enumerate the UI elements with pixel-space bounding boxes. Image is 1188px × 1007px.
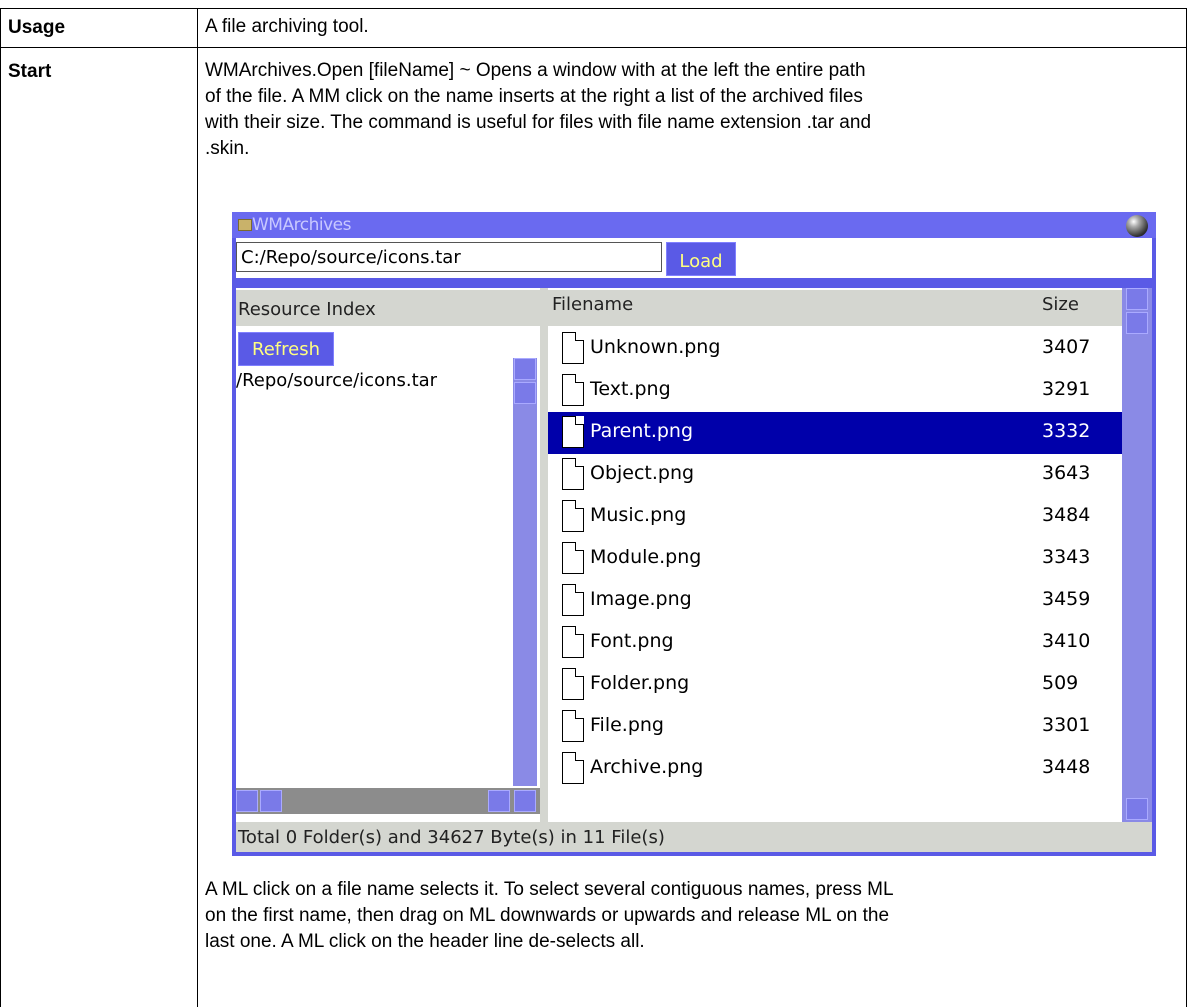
file-size: 3410 [1042,630,1091,652]
after-text-line: last one. A ML click on the header line … [205,931,645,952]
table-border-top [0,8,1187,9]
status-bar: Total 0 Folder(s) and 34627 Byte(s) in 1… [236,822,1152,852]
file-row-selected[interactable]: Parent.png 3332 [548,412,1122,454]
after-text-line: on the first name, then drag on ML downw… [205,905,890,926]
refresh-button[interactable]: Refresh [238,332,334,366]
scroll-up-button[interactable] [514,358,536,380]
file-size: 3448 [1042,756,1091,778]
resource-vertical-scrollbar[interactable] [513,358,537,786]
file-row[interactable]: Folder.png 509 [548,664,1122,706]
file-row[interactable]: Image.png 3459 [548,580,1122,622]
file-size: 509 [1042,672,1079,694]
start-text-line: with their size. The command is useful f… [205,112,872,133]
size-column-header[interactable]: Size [1042,290,1079,320]
file-list-header[interactable]: Filename Size [548,290,1122,326]
scroll-left-button[interactable] [236,790,258,812]
file-icon [562,332,584,364]
scroll-right-button[interactable] [488,790,510,812]
table-border-left [0,8,1,1007]
table-row-divider [0,47,1187,48]
window-title: WMArchives [252,215,351,235]
archive-icon [238,219,252,231]
scroll-thumb[interactable] [514,382,536,404]
file-name: Text.png [590,378,671,400]
file-name: Image.png [590,588,692,610]
table-border-right [1186,8,1187,1007]
file-size: 3484 [1042,504,1091,526]
pane-divider[interactable] [540,288,548,822]
file-size: 3343 [1042,546,1091,568]
file-row[interactable]: Module.png 3343 [548,538,1122,580]
file-icon [562,710,584,742]
file-name: Object.png [590,462,695,484]
file-name: Music.png [590,504,687,526]
file-name: Archive.png [590,756,704,778]
file-name: Module.png [590,546,702,568]
file-icon [562,374,584,406]
scroll-up-button[interactable] [1126,288,1148,310]
start-text-line: of the file. A MM click on the name inse… [205,86,863,107]
scroll-corner-button[interactable] [514,790,536,812]
file-size: 3291 [1042,378,1091,400]
resource-horizontal-scrollbar[interactable] [236,788,540,814]
load-button[interactable]: Load [666,242,736,276]
file-name: File.png [590,714,664,736]
file-row[interactable]: Archive.png 3448 [548,748,1122,790]
file-icon [562,500,584,532]
filename-column-header[interactable]: Filename [552,290,633,320]
after-text-line: A ML click on a file name selects it. To… [205,879,894,900]
close-icon[interactable] [1126,215,1148,237]
file-size: 3301 [1042,714,1091,736]
file-row[interactable]: Music.png 3484 [548,496,1122,538]
file-icon [562,668,584,700]
usage-label: Usage [8,17,66,38]
file-name: Unknown.png [590,336,721,358]
file-row[interactable]: Unknown.png 3407 [548,328,1122,370]
file-row[interactable]: Font.png 3410 [548,622,1122,664]
file-name: Font.png [590,630,674,652]
file-size: 3332 [1042,420,1091,442]
start-text-line: .skin. [205,138,250,159]
resource-index-header: Resource Index [236,290,540,326]
file-icon [562,416,584,448]
file-row[interactable]: File.png 3301 [548,706,1122,748]
usage-text: A file archiving tool. [205,16,369,37]
scroll-thumb-horizontal[interactable] [260,790,282,812]
start-text-line: WMArchives.Open [fileName] ~ Opens a win… [205,60,866,81]
file-list: Unknown.png 3407 Text.png 3291 Parent.pn… [548,328,1122,790]
file-icon [562,542,584,574]
path-input[interactable]: C:/Repo/source/icons.tar [236,242,662,272]
file-row[interactable]: Text.png 3291 [548,370,1122,412]
file-size: 3407 [1042,336,1091,358]
file-size: 3643 [1042,462,1091,484]
file-icon [562,584,584,616]
file-list-vertical-scrollbar[interactable] [1122,288,1152,822]
wmarchives-window: WMArchives C:/Repo/source/icons.tar Load… [232,212,1156,856]
table-column-divider [197,8,198,1007]
scroll-thumb[interactable] [1126,312,1148,334]
scroll-down-button[interactable] [1126,798,1148,820]
file-size: 3459 [1042,588,1091,610]
resource-pane [236,288,540,822]
file-name: Folder.png [590,672,690,694]
file-name: Parent.png [590,420,694,442]
resource-item[interactable]: /Repo/source/icons.tar [236,370,437,391]
file-row[interactable]: Object.png 3643 [548,454,1122,496]
file-icon [562,752,584,784]
file-icon [562,626,584,658]
start-label: Start [8,61,52,82]
title-bar[interactable]: WMArchives [232,212,1156,238]
file-icon [562,458,584,490]
